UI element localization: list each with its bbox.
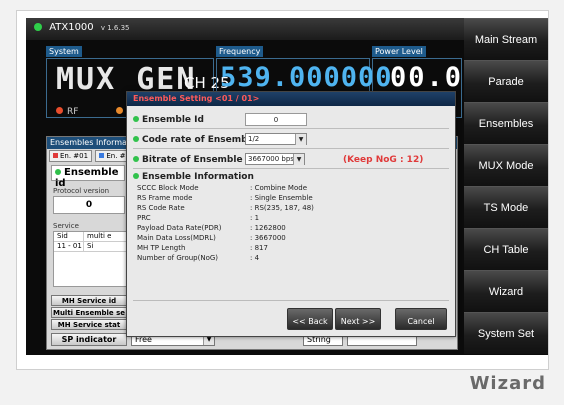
ensembles-button[interactable]: Ensembles — [464, 102, 548, 144]
tab-marker-icon — [99, 153, 105, 158]
ts-mode-button[interactable]: TS Mode — [464, 186, 548, 228]
rf-label: RF — [67, 107, 79, 117]
status-led-icon — [116, 107, 123, 114]
keep-nog-note: (Keep NoG : 12) — [343, 155, 424, 165]
tab-ensemble-01[interactable]: En. #01 — [49, 150, 93, 162]
parade-button[interactable]: Parade — [464, 60, 548, 102]
cancel-button[interactable]: Cancel — [395, 308, 447, 330]
code-rate-row: Code rate of Ensemble 1/2 ▼ — [133, 133, 449, 149]
info-item: Payload Data Rate(PDR): 1262800 — [137, 224, 286, 232]
ensemble-id-row: Ensemble Id 0 — [133, 113, 449, 129]
wizard-button[interactable]: Wizard — [464, 270, 548, 312]
protocol-version-label: Protocol version — [53, 187, 110, 195]
chevron-down-icon: ▼ — [293, 154, 304, 165]
info-item: Number of Group(NoG): 4 — [137, 254, 260, 262]
system-label: System — [46, 46, 82, 57]
ensemble-setting-dialog: Ensemble Setting <01 / 01> Ensemble Id 0… — [126, 91, 456, 337]
ch-table-button[interactable]: CH Table — [464, 228, 548, 270]
rf-indicator: RF — [56, 107, 78, 117]
sp-indicator-button[interactable]: SP indicator — [51, 333, 127, 346]
main-menu: Main Stream Parade Ensembles MUX Mode TS… — [464, 18, 548, 355]
main-stream-button[interactable]: Main Stream — [464, 18, 548, 60]
tab-marker-icon — [53, 153, 58, 158]
table-header: Sid multi e — [54, 232, 126, 242]
ensemble-info-header: Ensemble Information — [133, 172, 254, 182]
ensemble-info-list: SCCC Block Mode: Combine Mode RS Frame m… — [137, 184, 437, 264]
title-bar: ATX1000 v 1.6.35 — [26, 18, 464, 40]
code-rate-label: Code rate of Ensemble — [142, 135, 257, 145]
frequency-display: 539.000000 — [220, 62, 393, 93]
version-label: v 1.6.35 — [100, 24, 130, 32]
green-dot-icon — [55, 169, 61, 175]
green-dot-icon — [133, 136, 139, 142]
mh-service-status-button[interactable]: MH Service stat — [51, 319, 127, 330]
code-rate-select[interactable]: 1/2 ▼ — [245, 133, 307, 145]
green-dot-icon — [133, 173, 139, 179]
power-level-label: Power Level — [372, 46, 426, 57]
info-item: Main Data Loss(MDRL): 3667000 — [137, 234, 286, 242]
info-item: RS Frame mode: Single Ensemble — [137, 194, 313, 202]
dialog-divider — [133, 300, 449, 301]
service-label: Service — [53, 222, 79, 230]
power-status-icon — [34, 23, 42, 31]
mh-service-id-button[interactable]: MH Service id — [51, 295, 127, 306]
info-item: MH TP Length: 817 — [137, 244, 268, 252]
device-screen: ATX1000 v 1.6.35 System MUX GEN CH 25 Fr… — [26, 18, 548, 355]
bitrate-row: Bitrate of Ensemble 3667000 bps ▼ (Keep N… — [133, 153, 449, 169]
table-row[interactable]: 11 - 01 Si — [54, 242, 126, 252]
protocol-version-value: 0 — [53, 196, 125, 214]
info-item: SCCC Block Mode: Combine Mode — [137, 184, 308, 192]
power-display: 00.0 — [390, 62, 464, 93]
ensemble-tabs: En. #01 En. #0 — [49, 150, 135, 162]
multi-ensemble-button[interactable]: Multi Ensemble se — [51, 307, 127, 318]
green-dot-icon — [133, 156, 139, 162]
bitrate-select[interactable]: 3667000 bps ▼ — [245, 153, 305, 165]
service-table[interactable]: Sid multi e 11 - 01 Si — [53, 231, 127, 287]
chevron-down-icon: ▼ — [295, 134, 306, 145]
ensemble-id-header: Ensemble id — [51, 165, 125, 189]
next-button[interactable]: Next >> — [335, 308, 381, 330]
page-caption: Wizard — [469, 373, 546, 394]
dialog-title: Ensemble Setting <01 / 01> — [127, 92, 455, 106]
ensemble-id-field[interactable]: 0 — [245, 113, 307, 126]
back-button[interactable]: << Back — [287, 308, 333, 330]
bitrate-label: Bitrate of Ensemble — [142, 155, 243, 165]
rf-led-icon — [56, 107, 63, 114]
info-item: RS Code Rate: RS(235, 187, 48) — [137, 204, 314, 212]
mux-mode-button[interactable]: MUX Mode — [464, 144, 548, 186]
system-set-button[interactable]: System Set — [464, 312, 548, 354]
info-item: PRC: 1 — [137, 214, 260, 222]
brand-label: ATX1000 — [49, 22, 94, 33]
frequency-label: Frequency — [216, 46, 264, 57]
ensemble-id-label: Ensemble Id — [142, 115, 204, 125]
green-dot-icon — [133, 116, 139, 122]
